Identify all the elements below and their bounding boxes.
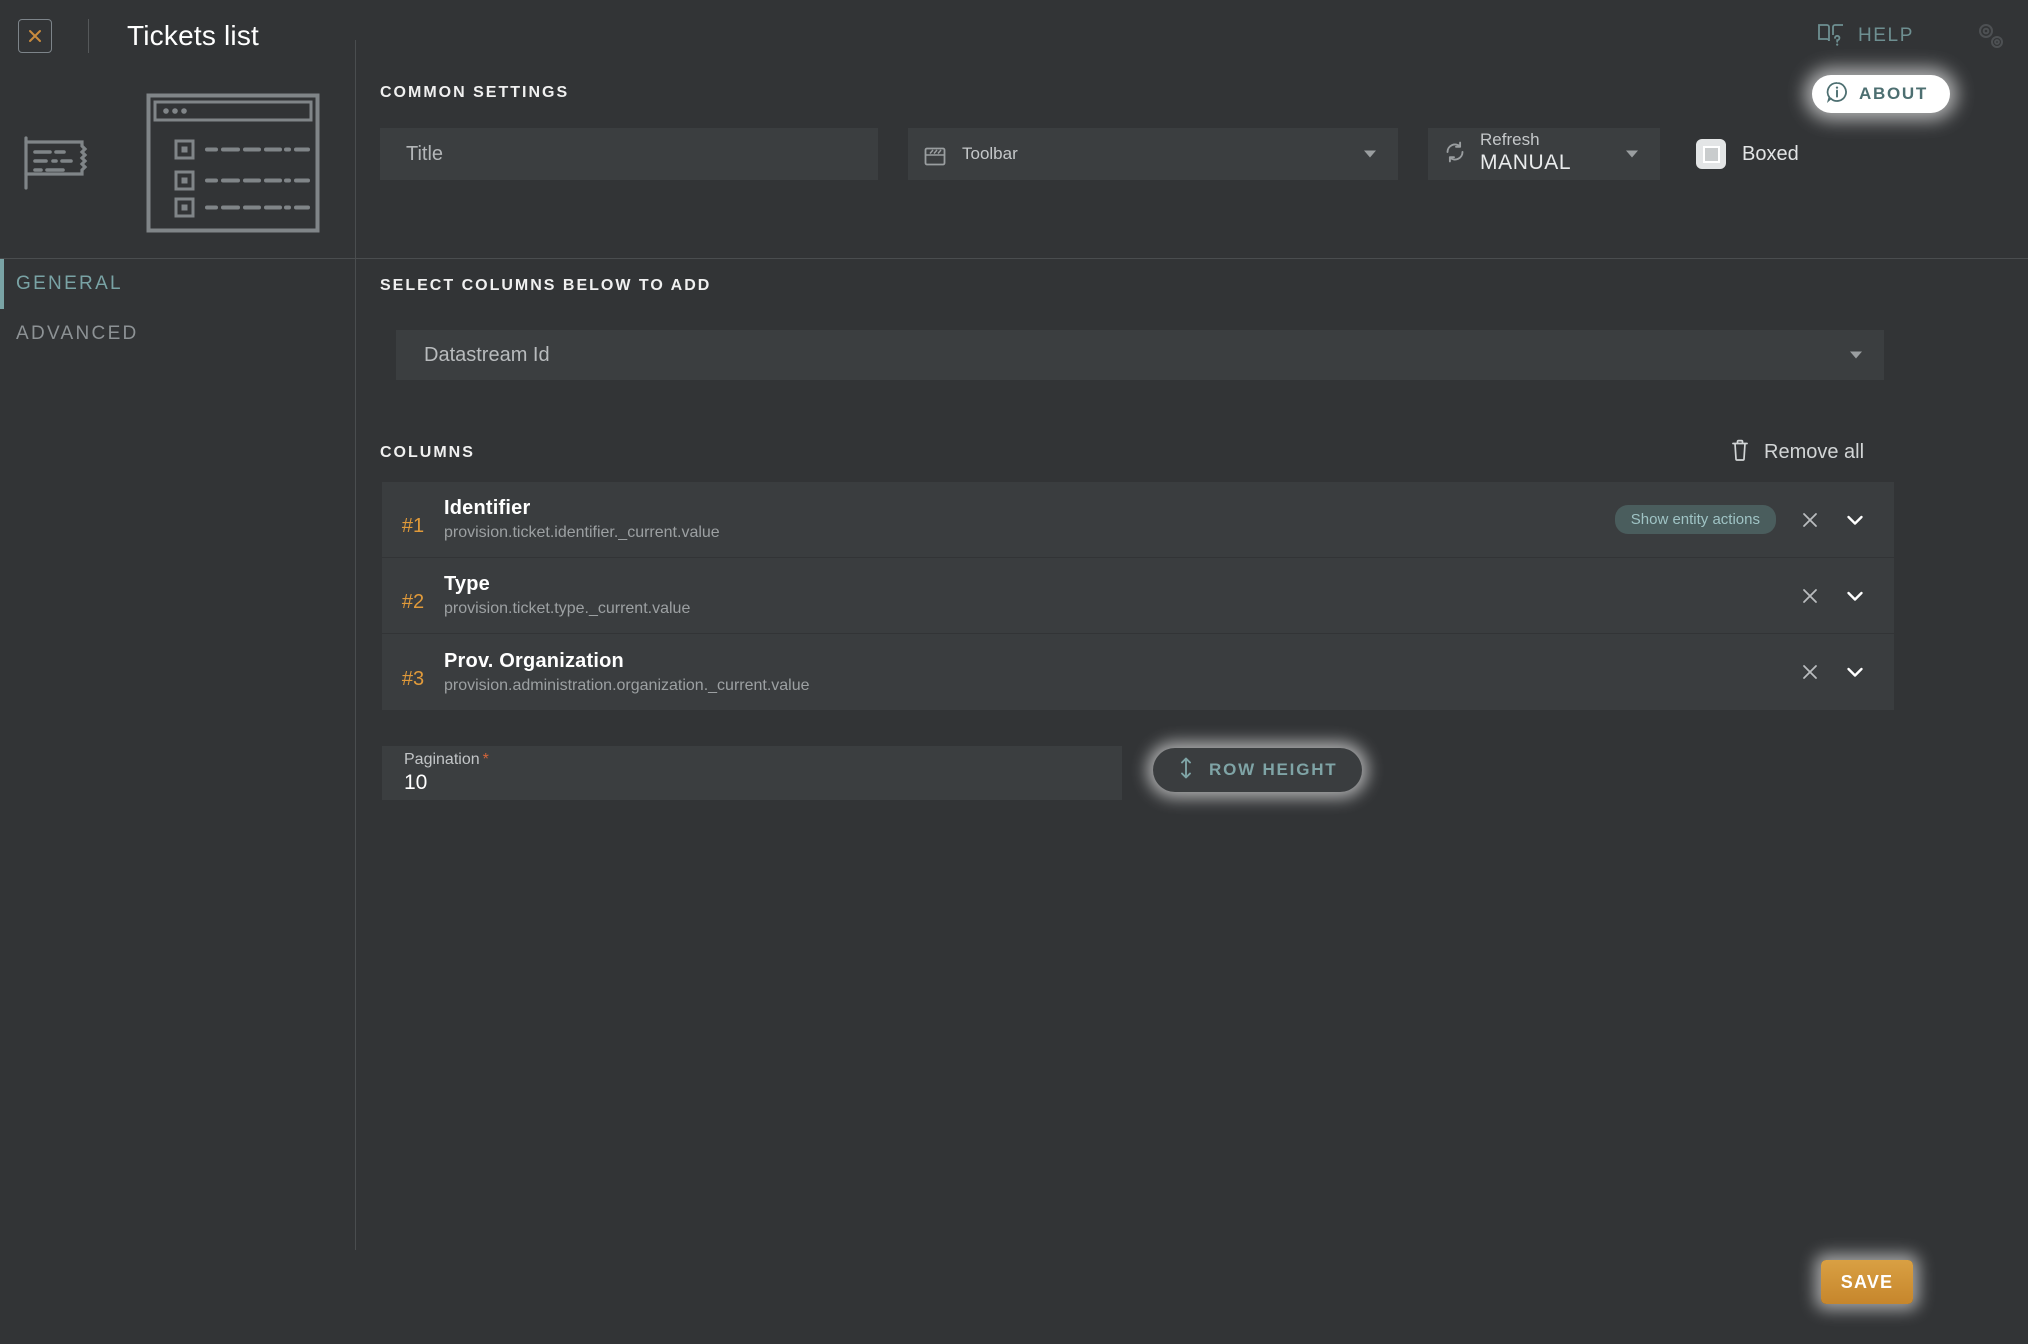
remove-column-button[interactable] <box>1800 662 1820 682</box>
expand-column-button[interactable] <box>1844 661 1866 683</box>
refresh-value: MANUAL <box>1480 151 1572 175</box>
columns-heading: COLUMNS <box>380 444 475 461</box>
close-x-icon <box>26 27 44 45</box>
table-row[interactable]: #1 Identifier provision.ticket.identifie… <box>382 482 1894 558</box>
toolbar-select[interactable]: Toolbar <box>908 128 1398 180</box>
show-entity-actions-chip[interactable]: Show entity actions <box>1614 505 1776 534</box>
pagination-value: 10 <box>404 771 428 794</box>
column-name: Identifier <box>444 497 531 519</box>
sidebar-item-label: ADVANCED <box>16 323 139 344</box>
info-circle-icon <box>1826 81 1848 108</box>
refresh-select[interactable]: Refresh MANUAL <box>1428 128 1660 180</box>
sidebar-item-advanced[interactable]: ADVANCED <box>0 309 356 359</box>
window-list-thumbnail-icon <box>146 93 320 238</box>
title-placeholder: Title <box>406 142 444 165</box>
remove-all-label: Remove all <box>1764 441 1865 463</box>
toolbar-label: Toolbar <box>962 143 1018 163</box>
common-settings-row: Title Toolbar Refresh MANUAL Boxed <box>380 128 1799 180</box>
sidebar-item-label: GENERAL <box>16 273 123 294</box>
vertical-resize-icon <box>1177 756 1195 785</box>
gears-icon[interactable] <box>1972 17 2010 55</box>
select-columns-heading: SELECT COLUMNS BELOW TO ADD <box>380 277 712 294</box>
refresh-label: Refresh <box>1480 129 1540 149</box>
column-index: #3 <box>401 667 425 690</box>
title-input[interactable]: Title <box>380 128 878 180</box>
columns-list: #1 Identifier provision.ticket.identifie… <box>382 482 1894 710</box>
column-path: provision.administration.organization._c… <box>444 676 810 694</box>
column-name: Type <box>444 573 490 595</box>
about-button[interactable]: ABOUT <box>1812 75 1950 113</box>
datastream-id-value: Datastream Id <box>424 343 550 366</box>
row-height-button[interactable]: ROW HEIGHT <box>1153 748 1362 792</box>
chevron-down-icon <box>1364 150 1376 158</box>
chevron-down-icon <box>1626 150 1638 158</box>
top-bar: Tickets list HELP <box>0 0 2028 72</box>
required-marker: * <box>482 751 489 768</box>
sidebar-nav: GENERAL ADVANCED <box>0 258 356 1216</box>
save-button[interactable]: SAVE <box>1821 1260 1913 1304</box>
column-path: provision.ticket.identifier._current.val… <box>444 524 720 541</box>
table-row[interactable]: #2 Type provision.ticket.type._current.v… <box>382 558 1894 634</box>
row-actions <box>1800 661 1894 683</box>
close-button[interactable] <box>18 19 52 53</box>
page-title: Tickets list <box>127 20 260 51</box>
column-name: Prov. Organization <box>444 649 624 672</box>
sidebar-divider <box>355 40 356 1250</box>
pagination-label: Pagination <box>404 751 480 768</box>
pagination-label-wrap: Pagination * <box>404 751 1122 769</box>
header-divider <box>88 19 89 53</box>
datastream-id-select[interactable]: Datastream Id <box>396 330 1884 380</box>
save-label: SAVE <box>1840 1271 1894 1292</box>
column-index: #2 <box>401 591 425 613</box>
checkbox-inner-square <box>1702 145 1720 163</box>
expand-column-button[interactable] <box>1844 509 1866 531</box>
pagination-input[interactable]: Pagination * 10 <box>382 746 1122 800</box>
widget-preview <box>0 72 356 258</box>
toolbar-panel-icon <box>922 135 948 174</box>
help-button[interactable]: HELP <box>1816 21 1914 52</box>
sidebar-item-general[interactable]: GENERAL <box>0 259 356 309</box>
boxed-toggle[interactable]: Boxed <box>1696 128 1799 180</box>
expand-column-button[interactable] <box>1844 585 1866 607</box>
chevron-down-icon <box>1850 351 1862 359</box>
row-actions: Show entity actions <box>1614 505 1894 534</box>
boxed-checkbox[interactable] <box>1696 139 1726 169</box>
book-question-icon <box>1816 21 1846 52</box>
header-actions: HELP <box>1816 17 2028 55</box>
row-actions <box>1800 585 1894 607</box>
remove-column-button[interactable] <box>1800 510 1820 530</box>
row-height-label: ROW HEIGHT <box>1209 760 1338 779</box>
content-top-divider <box>356 258 2028 259</box>
boxed-label: Boxed <box>1742 142 1799 165</box>
help-label: HELP <box>1857 25 1914 46</box>
remove-all-button[interactable]: Remove all <box>1730 438 1864 467</box>
column-path: provision.ticket.type._current.value <box>444 600 691 617</box>
about-label: ABOUT <box>1859 84 1928 103</box>
refresh-icon <box>1442 139 1468 170</box>
ticket-icon <box>22 132 94 199</box>
column-index: #1 <box>401 515 425 537</box>
trash-icon <box>1730 438 1750 467</box>
common-settings-heading: COMMON SETTINGS <box>380 84 570 101</box>
table-row[interactable]: #3 Prov. Organization provision.administ… <box>382 634 1894 710</box>
remove-column-button[interactable] <box>1800 586 1820 606</box>
